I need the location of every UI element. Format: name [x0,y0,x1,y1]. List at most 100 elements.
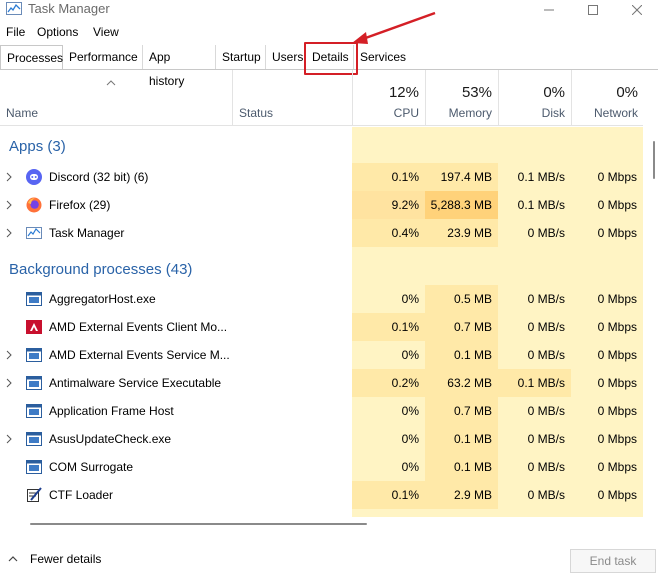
memory-cell: 5,288.3 MB [425,191,498,219]
table-row[interactable]: CTF Loader 0.1% 2.9 MB 0 MB/s 0 Mbps [0,481,643,509]
tab-processes[interactable]: Processes [0,45,63,70]
cpu-cell: 0% [401,404,419,418]
network-cell: 0 Mbps [597,320,637,334]
process-name: Antimalware Service Executable [49,376,222,390]
chevron-right-icon[interactable] [6,200,12,210]
cpu-cell: 0% [401,348,419,362]
menu-options[interactable]: Options [37,25,78,39]
cpu-cell: 0% [401,432,419,446]
disk-cell: 0 MB/s [527,348,565,362]
memory-cell: 0.1 MB [425,341,498,369]
group-row-background: Background processes (43) [0,251,643,283]
column-disk[interactable]: Disk [498,106,565,120]
memory-cell: 0.7 MB [425,397,498,425]
memory-cell: 0.1 MB [425,425,498,453]
memory-cell: 2.9 MB [425,481,498,509]
maximize-button[interactable] [570,0,616,20]
disk-cell: 0 MB/s [527,320,565,334]
cpu-cell: 0.1% [352,313,425,341]
disk-cell: 0.1 MB/s [517,170,565,184]
discord-icon [26,169,42,185]
disk-total[interactable]: 0% [498,84,565,101]
end-task-button[interactable]: End task [570,549,656,573]
network-cell: 0 Mbps [597,198,637,212]
close-icon [632,5,642,15]
network-cell: 0 Mbps [597,348,637,362]
table-row[interactable]: Application Frame Host 0% 0.7 MB 0 MB/s … [0,397,643,425]
table-row[interactable]: AggregatorHost.exe 0% 0.5 MB 0 MB/s 0 Mb… [0,285,643,313]
task-manager-icon [26,227,42,239]
memory-cell: 0.7 MB [425,313,498,341]
process-icon [26,292,42,306]
close-button[interactable] [614,0,658,20]
memory-cell: 197.4 MB [425,163,498,191]
table-row[interactable]: Firefox (29) 9.2% 5,288.3 MB 0.1 MB/s 0 … [0,191,643,219]
table-row[interactable]: COM Surrogate 0% 0.1 MB 0 MB/s 0 Mbps [0,453,643,481]
column-memory[interactable]: Memory [425,106,492,120]
tab-bar: Processes Performance App history Startu… [0,45,658,88]
disk-cell: 0.1 MB/s [498,369,571,397]
column-cpu[interactable]: CPU [352,106,419,120]
chevron-right-icon[interactable] [6,350,12,360]
memory-total[interactable]: 53% [425,84,492,101]
column-network[interactable]: Network [571,106,638,120]
process-icon [26,432,42,446]
cpu-cell: 0.2% [352,369,425,397]
chevron-right-icon[interactable] [6,228,12,238]
table-row[interactable]: Discord (32 bit) (6) 0.1% 197.4 MB 0.1 M… [0,163,643,191]
vertical-scroll-thumb[interactable] [653,141,655,179]
task-manager-app-icon [6,2,22,15]
network-total[interactable]: 0% [571,84,638,101]
menu-view[interactable]: View [93,25,119,39]
menu-file[interactable]: File [6,25,25,39]
tab-startup[interactable]: Startup [216,45,266,69]
horizontal-scroll-thumb[interactable] [30,523,367,525]
network-cell: 0 Mbps [597,170,637,184]
maximize-icon [588,5,598,15]
tab-details[interactable]: Details [306,45,354,69]
memory-cell: 0.5 MB [425,285,498,313]
disk-cell: 0 MB/s [527,488,565,502]
horizontal-scrollbar[interactable] [0,517,643,527]
sort-caret-icon[interactable] [106,80,116,86]
table-row[interactable]: AsusUpdateCheck.exe 0% 0.1 MB 0 MB/s 0 M… [0,425,643,453]
network-cell: 0 Mbps [597,460,637,474]
chevron-right-icon[interactable] [6,378,12,388]
tab-services[interactable]: Services [354,45,406,69]
process-icon [26,460,42,474]
minimize-button[interactable] [526,0,572,20]
tab-performance[interactable]: Performance [63,45,143,69]
chevron-right-icon[interactable] [6,434,12,444]
cpu-total[interactable]: 12% [352,84,419,101]
process-name: Task Manager [49,226,125,240]
network-cell: 0 Mbps [597,404,637,418]
process-name: COM Surrogate [49,460,134,474]
table-row[interactable]: AMD External Events Client Mo... 0.1% 0.… [0,313,643,341]
vertical-scrollbar[interactable] [643,127,658,517]
process-name: AggregatorHost.exe [49,292,156,306]
network-cell: 0 Mbps [597,292,637,306]
cpu-cell: 0% [401,460,419,474]
tab-app-history[interactable]: App history [143,45,216,88]
group-row-apps: Apps (3) [0,127,643,155]
amd-icon [26,320,42,334]
fewer-details-button[interactable]: Fewer details [8,552,101,566]
tab-users[interactable]: Users [266,45,306,69]
table-row[interactable]: Task Manager 0.4% 23.9 MB 0 MB/s 0 Mbps [0,219,643,247]
disk-cell: 0 MB/s [527,292,565,306]
process-grid: Apps (3) Discord (32 bit) (6) 0.1% 197.4… [0,127,643,517]
network-cell: 0 Mbps [597,226,637,240]
column-status[interactable]: Status [239,106,273,120]
process-name: AMD External Events Client Mo... [49,320,228,334]
process-name: AsusUpdateCheck.exe [49,432,172,446]
memory-cell: 0.1 MB [425,453,498,481]
table-row[interactable]: Antimalware Service Executable 0.2% 63.2… [0,369,643,397]
disk-cell: 0 MB/s [527,404,565,418]
chevron-right-icon[interactable] [6,172,12,182]
process-name: AMD External Events Service M... [49,348,230,362]
process-name: Discord (32 bit) (6) [49,170,149,184]
table-row[interactable]: AMD External Events Service M... 0% 0.1 … [0,341,643,369]
network-cell: 0 Mbps [597,432,637,446]
group-title-background: Background processes (43) [9,261,193,278]
column-name[interactable]: Name [6,106,38,120]
